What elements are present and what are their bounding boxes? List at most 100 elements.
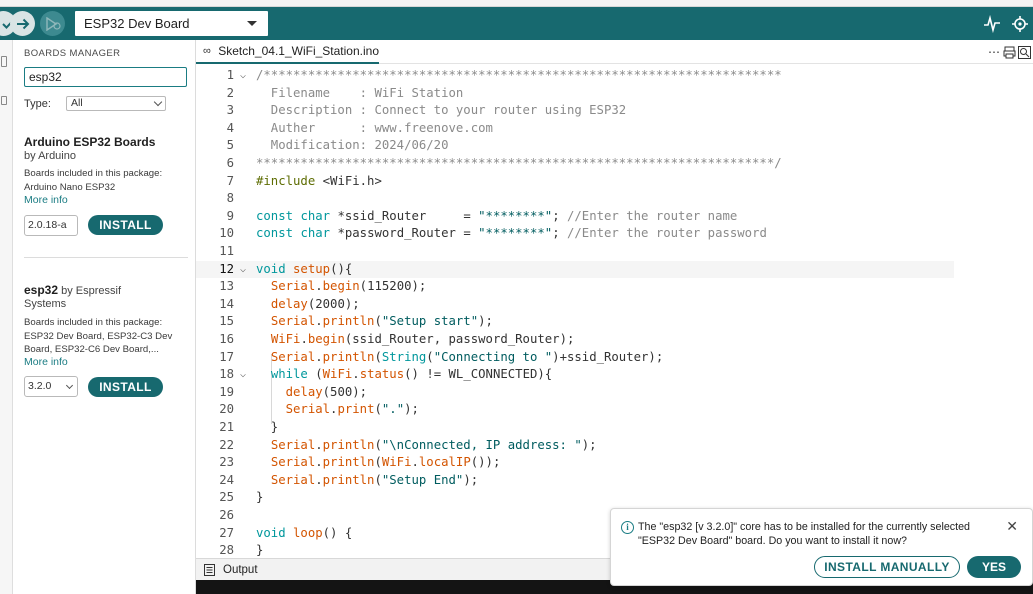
code-line: 5 Modification: 2024/06/20 bbox=[196, 137, 1033, 155]
upload-button[interactable] bbox=[10, 11, 35, 36]
package-more-info-link[interactable]: More info bbox=[24, 356, 68, 368]
fold-chevron-icon[interactable]: ⌵ bbox=[240, 261, 250, 279]
code-token: WiFi bbox=[322, 367, 353, 382]
package-name-text: esp32 bbox=[24, 283, 59, 297]
code-token: //Enter the router password bbox=[567, 226, 767, 241]
tab-sketch[interactable]: ∞ Sketch_04.1_WiFi_Station.ino bbox=[196, 40, 379, 64]
code-line: 4 Auther : www.freenove.com bbox=[196, 120, 1033, 138]
package-divider bbox=[24, 257, 188, 258]
package-description: Boards included in this package: Arduino… bbox=[24, 168, 163, 193]
code-line: 6 ***************************************… bbox=[196, 155, 1033, 173]
code-line: 3 Description : Connect to your router u… bbox=[196, 102, 1033, 120]
fold-chevron-icon[interactable]: ⌵ bbox=[240, 67, 250, 85]
line-number: 17 bbox=[219, 349, 234, 364]
code-token: . bbox=[315, 472, 323, 487]
line-number: 14 bbox=[219, 296, 234, 311]
sketchbook-icon[interactable] bbox=[1, 56, 7, 67]
code-token: ( bbox=[374, 437, 382, 452]
line-number: 11 bbox=[219, 244, 234, 258]
code-token: ( bbox=[374, 455, 382, 470]
line-number: 16 bbox=[219, 332, 234, 346]
code-token: #include bbox=[256, 173, 316, 188]
code-token: "Setup End" bbox=[381, 472, 464, 487]
package-name: Arduino ESP32 Boards bbox=[24, 135, 156, 149]
code-text: } bbox=[256, 420, 279, 434]
package-author: Systems bbox=[24, 298, 67, 310]
more-options-icon[interactable]: ⋯ bbox=[988, 45, 1000, 59]
code-token: . bbox=[315, 349, 323, 364]
code-text: Serial.print("."); bbox=[256, 401, 419, 419]
code-token: println bbox=[322, 314, 375, 329]
info-icon: i bbox=[621, 521, 634, 534]
code-token: *ssid_Router = bbox=[330, 208, 479, 223]
line-number: 5 bbox=[226, 138, 234, 153]
code-text: /***************************************… bbox=[256, 68, 782, 82]
install-manually-button[interactable]: INSTALL MANUALLY bbox=[814, 556, 960, 578]
code-token: localIP bbox=[418, 455, 471, 470]
window-top-strip bbox=[0, 0, 1033, 7]
code-line: 10 const char *password_Router = "*******… bbox=[196, 225, 1033, 243]
boards-manager-icon[interactable] bbox=[1, 96, 7, 105]
print-icon[interactable] bbox=[1003, 46, 1016, 59]
line-number: 28 bbox=[219, 543, 234, 558]
code-text: } bbox=[256, 490, 264, 505]
code-text: delay(500); bbox=[256, 384, 367, 402]
code-token: WiFi bbox=[381, 455, 412, 470]
code-token: ; bbox=[552, 208, 567, 223]
line-number: 12 bbox=[219, 261, 234, 276]
line-number: 13 bbox=[219, 279, 234, 294]
package-more-info-link[interactable]: More info bbox=[24, 194, 68, 206]
code-token: . bbox=[352, 367, 360, 382]
line-number: 25 bbox=[219, 490, 234, 505]
line-number: 10 bbox=[219, 226, 234, 241]
code-text: Description : Connect to your router usi… bbox=[256, 103, 627, 118]
editor-tab-bar: ∞ Sketch_04.1_WiFi_Station.ino ⋯ bbox=[196, 40, 1033, 64]
code-token: void bbox=[256, 261, 286, 276]
install-button[interactable]: INSTALL bbox=[88, 215, 163, 235]
code-token: "Connecting to " bbox=[433, 349, 553, 364]
code-token: const bbox=[256, 208, 294, 223]
code-editor[interactable]: 1 ⌵ /*************************************… bbox=[196, 64, 1033, 558]
code-token: ( bbox=[426, 349, 434, 364]
line-number: 4 bbox=[226, 120, 234, 135]
serial-plotter-icon[interactable] bbox=[982, 14, 1002, 34]
code-token: Serial bbox=[285, 402, 331, 417]
package-version-select[interactable]: 3.2.0 bbox=[24, 376, 78, 397]
toolbar: ESP32 Dev Board bbox=[0, 7, 1033, 40]
code-line: 17 Serial.println(String("Connecting to … bbox=[196, 349, 1033, 367]
fold-chevron-icon[interactable]: ⌵ bbox=[240, 366, 250, 384]
code-line: 11 bbox=[196, 243, 1033, 261]
line-number: 19 bbox=[219, 384, 234, 399]
code-line: 8 bbox=[196, 190, 1033, 208]
code-token: (ssid_Router, password_Router); bbox=[344, 332, 575, 346]
package-version-select[interactable]: 2.0.18-a bbox=[24, 215, 78, 236]
code-token: ); bbox=[478, 314, 493, 329]
code-token: . bbox=[315, 437, 323, 452]
close-icon[interactable]: ✕ bbox=[1006, 518, 1018, 535]
search-icon[interactable] bbox=[1018, 45, 1031, 59]
line-number: 22 bbox=[219, 437, 234, 452]
serial-monitor-icon[interactable] bbox=[1010, 14, 1030, 34]
debug-button[interactable] bbox=[40, 11, 65, 36]
code-token: (){ bbox=[330, 261, 353, 276]
boards-search-input[interactable]: esp32 bbox=[24, 67, 187, 87]
code-token: Serial bbox=[270, 314, 316, 329]
code-token: "********" bbox=[478, 226, 553, 241]
package-description: Boards included in this package: ESP32 D… bbox=[24, 317, 173, 355]
code-token: char bbox=[300, 226, 331, 241]
code-text: while (WiFi.status() != WL_CONNECTED){ bbox=[256, 366, 552, 384]
code-text: Serial.begin(115200); bbox=[256, 278, 427, 296]
code-token: Serial bbox=[270, 349, 316, 364]
type-filter-select[interactable]: All bbox=[66, 96, 166, 111]
yes-button[interactable]: YES bbox=[967, 556, 1021, 578]
install-button[interactable]: INSTALL bbox=[88, 377, 163, 397]
tab-label: Sketch_04.1_WiFi_Station.ino bbox=[218, 44, 379, 58]
code-line: 24 Serial.println("Setup End"); bbox=[196, 472, 1033, 490]
code-text: #include <WiFi.h> bbox=[256, 173, 382, 191]
code-text: delay(2000); bbox=[256, 296, 360, 314]
board-select[interactable]: ESP32 Dev Board bbox=[75, 11, 268, 36]
